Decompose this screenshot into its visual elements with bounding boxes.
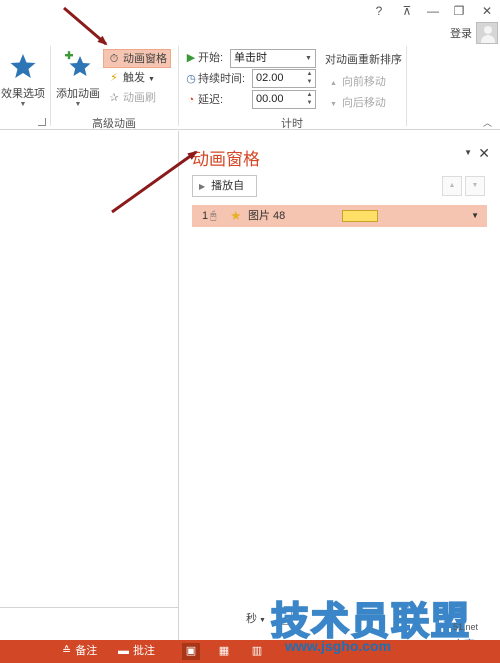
- avatar[interactable]: [476, 22, 498, 44]
- avatar-head: [484, 26, 492, 34]
- trigger-button[interactable]: ⚡ 触发 ▼: [104, 69, 158, 88]
- triangle-up-icon: ▲: [330, 80, 337, 87]
- watermark-logo: 技术员联盟: [270, 600, 472, 644]
- move-down-button[interactable]: ▼: [465, 176, 485, 196]
- comments-button[interactable]: ▬ 批注: [118, 640, 155, 663]
- slide-sorter-icon[interactable]: ▦: [215, 643, 233, 660]
- spin-arrows-icon[interactable]: ▲ ▼: [304, 91, 315, 108]
- start-label: 开始:: [198, 52, 224, 64]
- group-separator: [178, 46, 179, 126]
- seconds-label: 秒: [246, 613, 257, 625]
- animation-painter-label: 动画刷: [123, 92, 156, 104]
- notes-icon: ≙: [62, 645, 72, 657]
- move-up-button[interactable]: ▲: [442, 176, 462, 196]
- animation-painter-button[interactable]: ✰ 动画刷: [104, 89, 159, 108]
- star-icon: [10, 54, 36, 78]
- avatar-body: [481, 35, 495, 43]
- notes-divider: [0, 607, 179, 608]
- animation-pane: 动画窗格 ▼ ✕ ▶ 播放自 ▲ ▼ 1 🖰 ★ 图片 48 ▼ 秒 ▼: [180, 131, 500, 640]
- move-later-button[interactable]: ▼ 向后移动: [330, 94, 386, 110]
- trigger-label: 触发: [123, 72, 145, 84]
- delay-input[interactable]: 00.00 ▲ ▼: [252, 90, 316, 109]
- triangle-down-icon: ▼: [330, 101, 337, 108]
- add-star-icon: [65, 51, 91, 76]
- animation-order-number: 1: [202, 210, 209, 222]
- comment-icon: ▬: [118, 645, 129, 657]
- animation-target-name: 图片 48: [248, 210, 286, 222]
- animation-pane-icon: ⏱: [109, 53, 119, 65]
- play-from-label: 播放自: [211, 180, 245, 192]
- move-later-label: 向后移动: [341, 97, 386, 109]
- effect-options-label: 效果选项: [1, 88, 45, 100]
- chevron-down-icon[interactable]: ▼: [302, 50, 315, 67]
- pane-title: 动画窗格: [192, 150, 260, 169]
- duration-field: ◷ 持续时间:: [184, 69, 245, 89]
- delay-field: ◔ 延迟:: [184, 90, 223, 110]
- normal-view-icon[interactable]: ▣: [182, 643, 200, 660]
- pane-close-icon[interactable]: ✕: [478, 145, 490, 162]
- triangle-down-icon: ▼: [471, 182, 479, 189]
- painter-star-icon: ✰: [109, 92, 119, 104]
- chevron-down-icon: ▼: [148, 76, 155, 83]
- reading-view-icon[interactable]: ▥: [248, 643, 266, 660]
- group-separator: [50, 46, 51, 126]
- star-icon: ★: [230, 208, 242, 223]
- pane-options-icon[interactable]: ▼: [464, 148, 472, 157]
- notes-label: 备注: [75, 645, 98, 657]
- ribbon-display-options-icon[interactable]: ⊼: [396, 2, 418, 20]
- play-icon: ▶: [199, 182, 206, 191]
- chevron-down-icon: ▼: [259, 617, 266, 624]
- lightning-icon: ⚡: [110, 72, 118, 84]
- add-animation-label: 添加动画: [56, 88, 100, 100]
- effect-options-button[interactable]: 效果选项 ▼: [0, 52, 46, 109]
- close-icon[interactable]: ✕: [476, 2, 498, 20]
- restore-icon[interactable]: ❐: [448, 2, 470, 20]
- comments-label: 批注: [133, 645, 155, 657]
- ribbon: 效果选项 ▼ 添加动画 ▼ ⏱ 动画窗格 ⚡ 触发 ▼ ✰ 动画刷 高级动画 ▶ 开始: …: [0, 44, 500, 130]
- advanced-animation-group-label: 高级动画: [92, 118, 136, 130]
- play-from-button[interactable]: ▶ 播放自: [192, 175, 257, 197]
- duration-value: 02.00: [256, 72, 284, 84]
- delay-value: 00.00: [256, 93, 284, 105]
- chevron-down-icon: ▼: [74, 101, 82, 108]
- move-earlier-button[interactable]: ▲ 向前移动: [330, 73, 386, 89]
- timing-group-label: 计时: [281, 118, 303, 130]
- triangle-up-icon: ▲: [448, 182, 456, 189]
- seconds-zoom[interactable]: 秒 ▼: [246, 610, 266, 626]
- spin-arrows-icon[interactable]: ▲ ▼: [304, 70, 315, 87]
- play-icon: ▶: [186, 52, 196, 64]
- delay-label: 延迟:: [198, 94, 224, 106]
- move-earlier-label: 向前移动: [341, 76, 386, 88]
- watermark-small-text: 51.net: [453, 622, 479, 632]
- minimize-icon[interactable]: —: [422, 2, 444, 20]
- list-item[interactable]: 1 🖰 ★ 图片 48 ▼: [192, 205, 487, 227]
- dialog-launcher-icon[interactable]: [38, 118, 46, 126]
- title-bar: ? ⊼ — ❐ ✕: [0, 0, 500, 22]
- group-separator: [406, 46, 407, 126]
- start-value: 单击时: [234, 52, 267, 64]
- start-field: ▶ 开始:: [184, 48, 223, 68]
- animation-pane-label: 动画窗格: [123, 53, 167, 65]
- chevron-down-icon: ▼: [19, 101, 27, 108]
- status-bar: ≙ 备注 ▬ 批注 ▣ ▦ ▥: [0, 640, 500, 663]
- watermark-domain: www.jsgho.com: [285, 638, 392, 654]
- clock-icon: ◷: [186, 73, 196, 85]
- start-select[interactable]: 单击时 ▼: [230, 49, 316, 68]
- add-animation-button[interactable]: 添加动画 ▼: [54, 50, 102, 109]
- help-icon[interactable]: ?: [368, 2, 390, 20]
- duration-input[interactable]: 02.00 ▲ ▼: [252, 69, 316, 88]
- chevron-down-icon[interactable]: ▼: [471, 205, 479, 227]
- timeline-bar: [342, 210, 378, 222]
- notes-button[interactable]: ≙ 备注: [62, 640, 97, 663]
- collapse-ribbon-icon[interactable]: ︿: [483, 116, 492, 129]
- reorder-label: 对动画重新排序: [325, 54, 402, 66]
- delay-clock-icon: ◔: [187, 94, 195, 106]
- mouse-click-icon: 🖰: [210, 210, 217, 222]
- animation-pane-button[interactable]: ⏱ 动画窗格: [103, 49, 171, 68]
- duration-label: 持续时间:: [198, 73, 246, 85]
- slide-editing-area[interactable]: [0, 131, 179, 640]
- login-link[interactable]: 登录: [450, 25, 472, 41]
- account-area: 登录: [410, 22, 500, 44]
